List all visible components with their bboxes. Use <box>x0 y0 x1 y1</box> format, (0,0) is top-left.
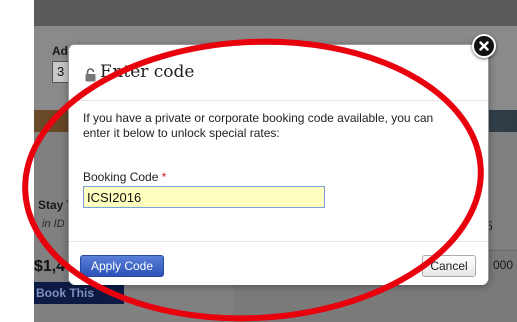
background-top-bar <box>34 0 517 26</box>
intro-text: If you have a private or corporate booki… <box>83 111 434 140</box>
required-mark: * <box>161 170 167 184</box>
enter-code-dialog: Enter code If you have a private or corp… <box>68 44 489 285</box>
background-price: $1,4 <box>34 258 66 275</box>
cancel-button[interactable]: Cancel <box>422 255 476 277</box>
lock-icon <box>85 68 96 82</box>
booking-code-input[interactable] <box>83 186 325 208</box>
booking-code-label: Booking Code * <box>83 170 166 184</box>
dialog-title: Enter code <box>100 62 195 82</box>
close-icon <box>479 41 489 51</box>
dialog-footer: Apply Code Cancel <box>69 241 488 285</box>
apply-code-button[interactable]: Apply Code <box>80 255 164 277</box>
booking-code-label-text: Booking Code <box>83 170 159 184</box>
background-subtext: in ID <box>42 218 65 230</box>
background-price-right: 000 <box>493 258 514 272</box>
background-label: Ad <box>52 44 68 58</box>
close-dialog-button[interactable] <box>472 34 496 58</box>
background-book-button: Book This <box>34 282 124 304</box>
dialog-body: If you have a private or corporate booki… <box>83 111 463 208</box>
dialog-header: Enter code <box>69 45 488 101</box>
